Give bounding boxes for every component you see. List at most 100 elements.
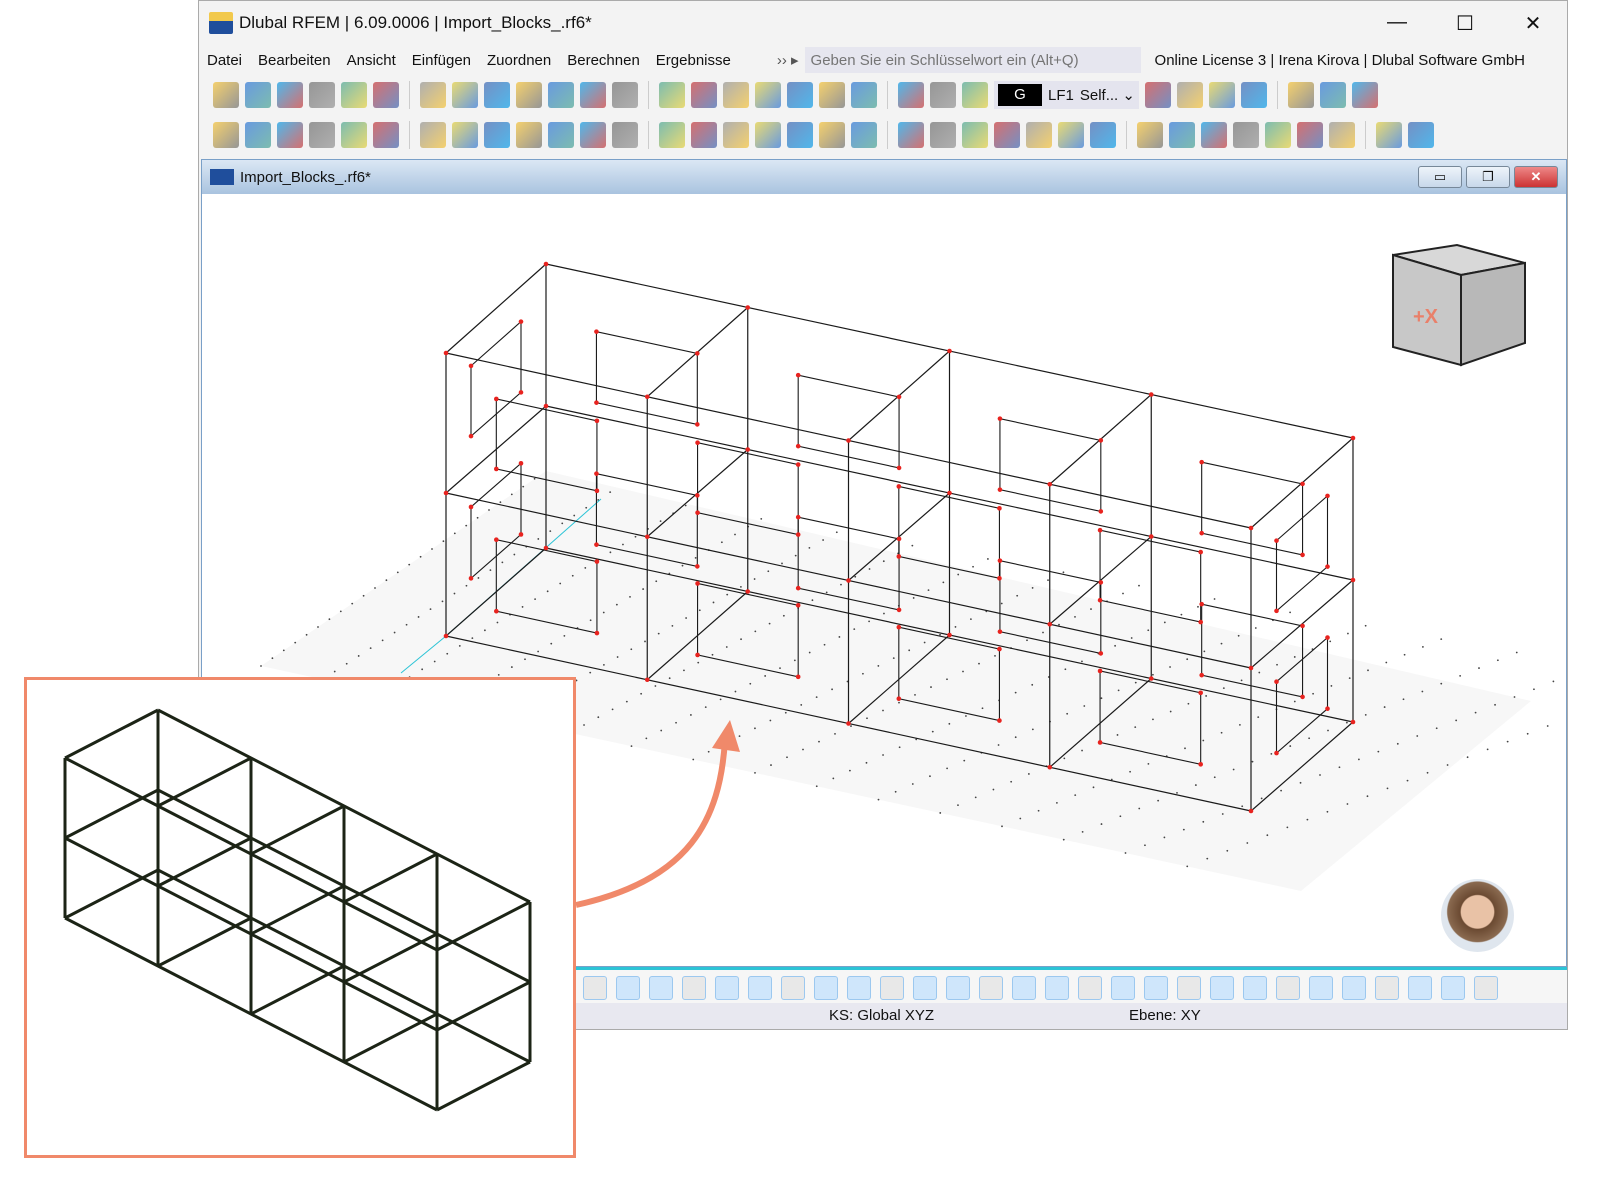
view-toggle-icon[interactable] — [1474, 976, 1498, 1000]
user-avatar[interactable] — [1441, 879, 1514, 952]
toolbar-tool-icon[interactable] — [1319, 82, 1346, 108]
view-toggle-icon[interactable] — [781, 976, 805, 1000]
toolbar-tool-icon[interactable] — [452, 122, 478, 148]
toolbar-tool-icon[interactable] — [1287, 82, 1314, 108]
toolbar-tool-icon[interactable] — [277, 82, 303, 108]
keyword-search-input[interactable] — [804, 47, 1141, 73]
load-case-selector[interactable]: G LF1 Self... ⌄ — [994, 81, 1139, 109]
view-toggle-icon[interactable] — [946, 976, 970, 1000]
view-toggle-icon[interactable] — [1375, 976, 1399, 1000]
toolbar-tool-icon[interactable] — [420, 82, 446, 108]
menu-overflow-button[interactable]: ›› ▸ — [777, 51, 799, 69]
view-toggle-icon[interactable] — [1111, 976, 1135, 1000]
toolbar-tool-icon[interactable] — [548, 122, 574, 148]
toolbar-tool-icon[interactable] — [373, 122, 399, 148]
toolbar-tool-icon[interactable] — [1376, 122, 1402, 148]
toolbar-tool-icon[interactable] — [755, 82, 781, 108]
toolbar-tool-icon[interactable] — [341, 122, 367, 148]
toolbar-tool-icon[interactable] — [1058, 122, 1084, 148]
close-button[interactable]: ✕ — [1499, 11, 1567, 36]
view-toggle-icon[interactable] — [748, 976, 772, 1000]
toolbar-tool-icon[interactable] — [1201, 122, 1227, 148]
toolbar-tool-icon[interactable] — [516, 82, 542, 108]
toolbar-tool-icon[interactable] — [484, 122, 510, 148]
menu-datei[interactable]: Datei — [207, 52, 242, 69]
toolbar-tool-icon[interactable] — [309, 122, 335, 148]
toolbar-tool-icon[interactable] — [612, 82, 638, 108]
toolbar-tool-icon[interactable] — [245, 122, 271, 148]
view-toggle-icon[interactable] — [847, 976, 871, 1000]
view-toggle-icon[interactable] — [1441, 976, 1465, 1000]
menu-zuordnen[interactable]: Zuordnen — [487, 52, 551, 69]
toolbar-tool-icon[interactable] — [659, 122, 685, 148]
menu-einfuegen[interactable]: Einfügen — [412, 52, 471, 69]
view-toggle-icon[interactable] — [616, 976, 640, 1000]
toolbar-tool-icon[interactable] — [851, 82, 877, 108]
view-toggle-icon[interactable] — [1012, 976, 1036, 1000]
toolbar-tool-icon[interactable] — [819, 122, 845, 148]
doc-close-button[interactable]: ✕ — [1514, 166, 1558, 188]
doc-restore-button[interactable]: ❐ — [1466, 166, 1510, 188]
toolbar-tool-icon[interactable] — [930, 82, 956, 108]
toolbar-tool-icon[interactable] — [787, 82, 813, 108]
toolbar-tool-icon[interactable] — [1297, 122, 1323, 148]
toolbar-tool-icon[interactable] — [484, 82, 510, 108]
toolbar-tool-icon[interactable] — [580, 122, 606, 148]
toolbar-tool-icon[interactable] — [341, 82, 367, 108]
navigation-cube[interactable]: +X — [1392, 243, 1526, 367]
view-toggle-icon[interactable] — [814, 976, 838, 1000]
toolbar-tool-icon[interactable] — [612, 122, 638, 148]
toolbar-tool-icon[interactable] — [1144, 82, 1171, 108]
toolbar-tool-icon[interactable] — [787, 122, 813, 148]
view-toggle-icon[interactable] — [880, 976, 904, 1000]
toolbar-tool-icon[interactable] — [723, 122, 749, 148]
view-toggle-icon[interactable] — [1342, 976, 1366, 1000]
toolbar-tool-icon[interactable] — [1208, 82, 1235, 108]
plane-status[interactable]: Ebene: XY — [1129, 1007, 1201, 1024]
toolbar-tool-icon[interactable] — [373, 82, 399, 108]
toolbar-tool-icon[interactable] — [548, 82, 574, 108]
toolbar-tool-icon[interactable] — [1329, 122, 1355, 148]
view-toggle-icon[interactable] — [1078, 976, 1102, 1000]
view-toggle-icon[interactable] — [1210, 976, 1234, 1000]
minimize-button[interactable]: — — [1363, 11, 1431, 36]
toolbar-tool-icon[interactable] — [213, 82, 239, 108]
toolbar-tool-icon[interactable] — [851, 122, 877, 148]
toolbar-tool-icon[interactable] — [994, 122, 1020, 148]
view-toggle-icon[interactable] — [1177, 976, 1201, 1000]
toolbar-tool-icon[interactable] — [1351, 82, 1378, 108]
menu-bearbeiten[interactable]: Bearbeiten — [258, 52, 331, 69]
toolbar-tool-icon[interactable] — [1240, 82, 1267, 108]
coordinate-system-status[interactable]: KS: Global XYZ — [829, 1007, 934, 1024]
view-toggle-icon[interactable] — [583, 976, 607, 1000]
toolbar-tool-icon[interactable] — [580, 82, 606, 108]
toolbar-tool-icon[interactable] — [962, 122, 988, 148]
toolbar-tool-icon[interactable] — [1090, 122, 1116, 148]
doc-minimize-button[interactable]: ▭ — [1418, 166, 1462, 188]
view-toggle-icon[interactable] — [1309, 976, 1333, 1000]
toolbar-tool-icon[interactable] — [1137, 122, 1163, 148]
view-toggle-icon[interactable] — [979, 976, 1003, 1000]
toolbar-tool-icon[interactable] — [723, 82, 749, 108]
view-toggle-icon[interactable] — [913, 976, 937, 1000]
toolbar-tool-icon[interactable] — [659, 82, 685, 108]
view-toggle-icon[interactable] — [1144, 976, 1168, 1000]
toolbar-tool-icon[interactable] — [819, 82, 845, 108]
toolbar-tool-icon[interactable] — [213, 122, 239, 148]
toolbar-tool-icon[interactable] — [245, 82, 271, 108]
menu-ansicht[interactable]: Ansicht — [347, 52, 396, 69]
toolbar-tool-icon[interactable] — [1265, 122, 1291, 148]
toolbar-tool-icon[interactable] — [691, 122, 717, 148]
toolbar-tool-icon[interactable] — [930, 122, 956, 148]
toolbar-tool-icon[interactable] — [962, 82, 988, 108]
view-toggle-icon[interactable] — [715, 976, 739, 1000]
view-toggle-icon[interactable] — [649, 976, 673, 1000]
toolbar-tool-icon[interactable] — [755, 122, 781, 148]
toolbar-tool-icon[interactable] — [691, 82, 717, 108]
toolbar-tool-icon[interactable] — [898, 122, 924, 148]
toolbar-tool-icon[interactable] — [1169, 122, 1195, 148]
toolbar-tool-icon[interactable] — [1176, 82, 1203, 108]
menu-ergebnisse[interactable]: Ergebnisse — [656, 52, 731, 69]
toolbar-tool-icon[interactable] — [898, 82, 924, 108]
toolbar-tool-icon[interactable] — [1233, 122, 1259, 148]
